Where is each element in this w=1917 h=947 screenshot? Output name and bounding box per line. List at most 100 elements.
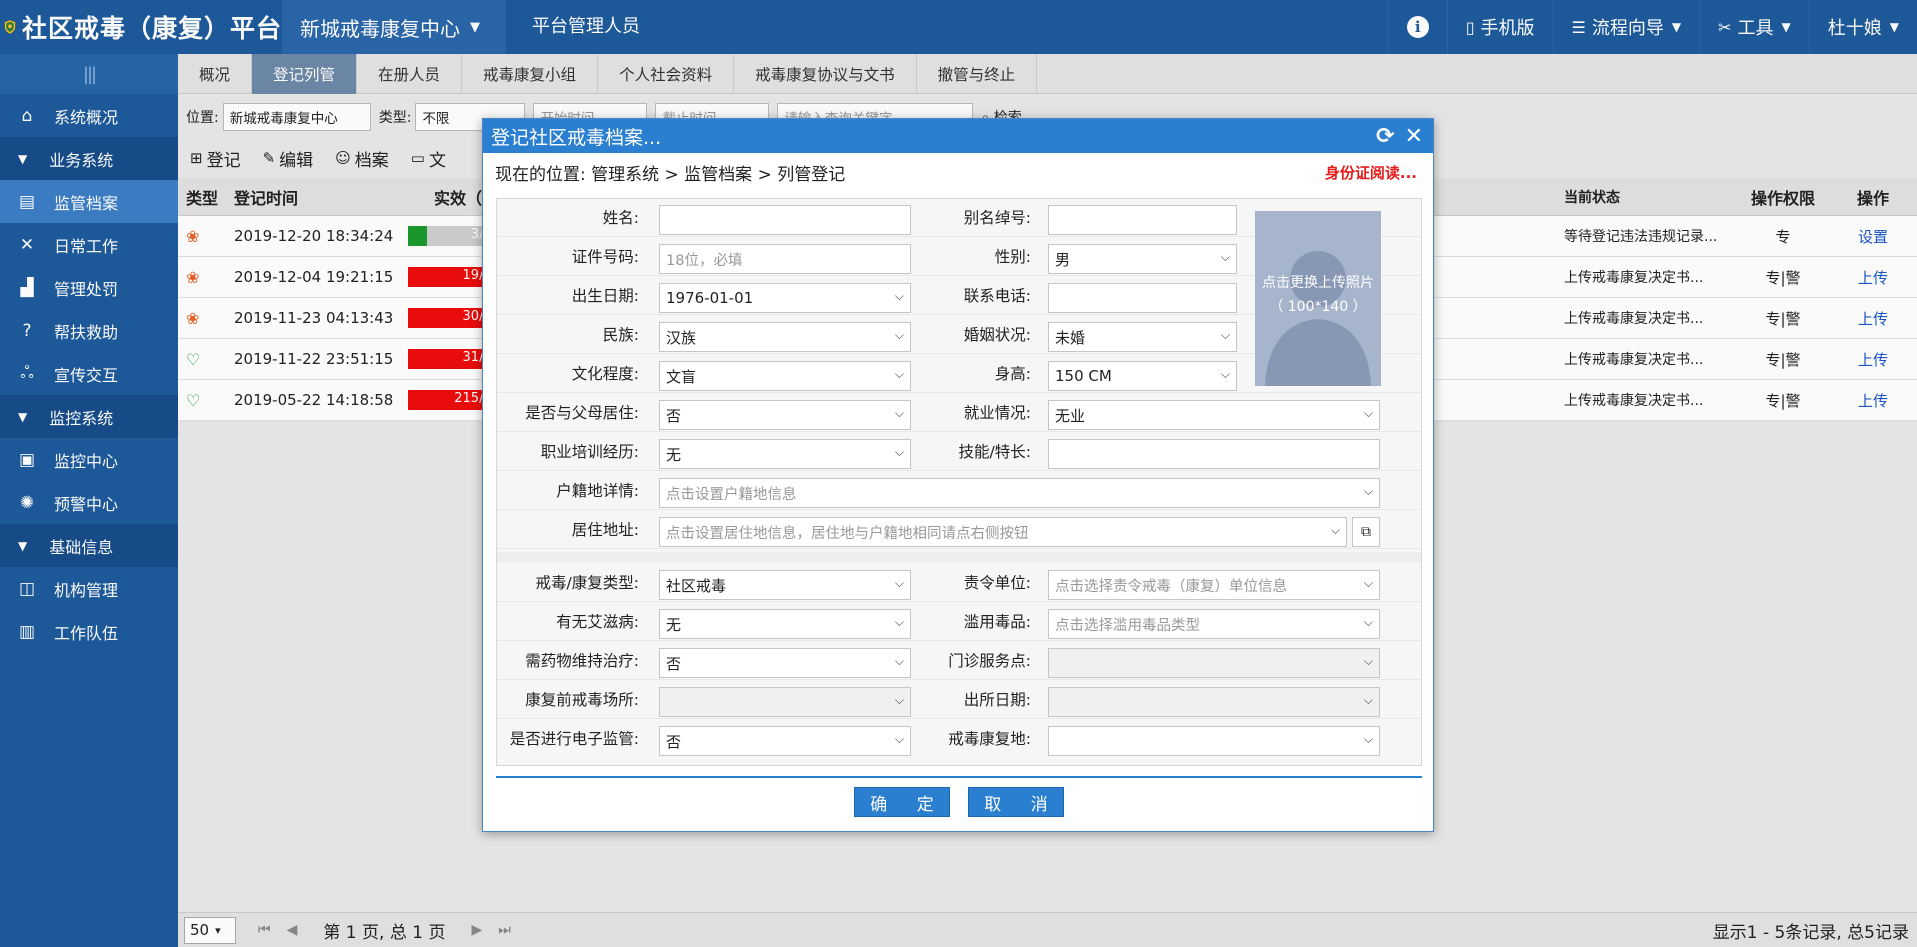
marital-value: 未婚 [1055, 328, 1086, 347]
chevron-down-icon: ⌵ [1363, 732, 1373, 746]
chevron-down-icon: ⌵ [894, 732, 904, 746]
copy-icon: ⧉ [1361, 524, 1371, 540]
chevron-down-icon: ⌵ [1363, 693, 1373, 707]
form-row: 需药物维持治疗: 否 ⌵ 门诊服务点: ⌵ [497, 642, 1421, 680]
form-row: 居住地址: 点击设置居住地信息，居住地与户籍地相同请点右侧按钮 ⌵ ⧉ [497, 511, 1421, 549]
electronic-monitoring-label: 是否进行电子监管: [509, 730, 639, 748]
chevron-down-icon: ⌵ [894, 289, 904, 303]
form-row: 有无艾滋病: 无 ⌵ 滥用毒品: 点击选择滥用毒品类型 ⌵ [497, 603, 1421, 641]
maintenance-therapy-label: 需药物维持治疗: [525, 652, 639, 670]
refresh-icon[interactable]: ⟳ [1376, 124, 1394, 149]
phone-label: 联系电话: [963, 287, 1031, 305]
ordering-unit-select[interactable]: 点击选择责令戒毒（康复）单位信息 ⌵ [1048, 570, 1380, 600]
photo-upload[interactable]: 点击更换上传照片 （ 100*140 ） [1255, 211, 1381, 386]
employment-label: 就业情况: [963, 404, 1031, 422]
ethnic-value: 汉族 [666, 328, 697, 347]
drug-type-select[interactable]: 点击选择滥用毒品类型 ⌵ [1048, 609, 1380, 639]
section-divider [497, 552, 1421, 562]
name-input[interactable] [659, 205, 911, 235]
chevron-down-icon: ⌵ [1363, 406, 1373, 420]
id-card-read-link[interactable]: 身份证阅读... [1325, 162, 1417, 183]
employment-select[interactable]: 无业 ⌵ [1048, 400, 1380, 430]
birth-date-select[interactable]: 1976-01-01 ⌵ [659, 283, 911, 313]
chevron-down-icon: ⌵ [894, 328, 904, 342]
household-select[interactable]: 点击设置户籍地信息 ⌵ [659, 478, 1380, 508]
chevron-down-icon: ⌵ [1330, 523, 1340, 537]
clinic-label: 门诊服务点: [948, 652, 1031, 670]
form-row: 戒毒/康复类型: 社区戒毒 ⌵ 责令单位: 点击选择责令戒毒（康复）单位信息 ⌵ [497, 564, 1421, 602]
marital-label: 婚姻状况: [963, 326, 1031, 344]
rehab-type-value: 社区戒毒 [666, 576, 727, 595]
live-with-parents-label: 是否与父母居住: [525, 404, 639, 422]
photo-hint-line1: 点击更换上传照片 [1262, 275, 1374, 291]
chevron-down-icon: ⌵ [1363, 484, 1373, 498]
name-label: 姓名: [602, 209, 639, 227]
phone-input[interactable] [1048, 283, 1237, 313]
drug-type-placeholder: 点击选择滥用毒品类型 [1055, 617, 1200, 634]
live-with-parents-value: 否 [666, 406, 682, 425]
training-label: 职业培训经历: [540, 443, 639, 461]
chevron-down-icon: ⌵ [894, 445, 904, 459]
photo-hint: 点击更换上传照片 （ 100*140 ） [1255, 271, 1381, 319]
confirm-button[interactable]: 确 定 [854, 787, 950, 817]
archive-form: 姓名: 别名绰号: 证件号码: 18位，必填 性别: 男 ⌵ 出生日期: 1976… [496, 198, 1422, 766]
form-row: 是否与父母居住: 否 ⌵ 就业情况: 无业 ⌵ [497, 394, 1421, 432]
photo-hint-line2: （ 100*140 ） [1269, 299, 1367, 315]
education-select[interactable]: 文盲 ⌵ [659, 361, 911, 391]
chevron-down-icon: ⌵ [894, 406, 904, 420]
chevron-down-icon: ⌵ [894, 654, 904, 668]
close-icon[interactable]: ✕ [1405, 124, 1423, 149]
skill-label: 技能/特长: [958, 443, 1031, 461]
ordering-unit-placeholder: 点击选择责令戒毒（康复）单位信息 [1055, 578, 1287, 595]
register-archive-dialog: 登记社区戒毒档案... ⟳ ✕ 现在的位置: 管理系统 > 监管档案 > 列管登… [482, 118, 1434, 832]
education-value: 文盲 [666, 367, 697, 386]
household-placeholder: 点击设置户籍地信息 [666, 486, 797, 503]
previous-facility-label: 康复前戒毒场所: [525, 691, 639, 709]
cancel-button[interactable]: 取 消 [968, 787, 1064, 817]
marital-select[interactable]: 未婚 ⌵ [1048, 322, 1237, 352]
height-value: 150 CM [1055, 367, 1112, 385]
ethnic-select[interactable]: 汉族 ⌵ [659, 322, 911, 352]
aids-label: 有无艾滋病: [556, 613, 639, 631]
electronic-monitoring-select[interactable]: 否 ⌵ [659, 726, 911, 756]
aids-select[interactable]: 无 ⌵ [659, 609, 911, 639]
live-with-parents-select[interactable]: 否 ⌵ [659, 400, 911, 430]
breadcrumb: 现在的位置: 管理系统 > 监管档案 > 列管登记 身份证阅读... [483, 153, 1433, 191]
electronic-monitoring-value: 否 [666, 732, 682, 751]
ordering-unit-label: 责令单位: [963, 574, 1031, 592]
employment-value: 无业 [1055, 406, 1086, 425]
dialog-title: 登记社区戒毒档案... [491, 126, 662, 149]
clinic-select[interactable]: ⌵ [1048, 648, 1380, 678]
chevron-down-icon: ⌵ [1220, 367, 1230, 381]
chevron-down-icon: ⌵ [1363, 654, 1373, 668]
gender-select[interactable]: 男 ⌵ [1048, 244, 1237, 274]
chevron-down-icon: ⌵ [894, 367, 904, 381]
skill-input[interactable] [1048, 439, 1380, 469]
form-row: 职业培训经历: 无 ⌵ 技能/特长: [497, 433, 1421, 471]
alias-input[interactable] [1048, 205, 1237, 235]
form-row: 康复前戒毒场所: ⌵ 出所日期: ⌵ [497, 681, 1421, 719]
rehab-place-label: 戒毒康复地: [948, 730, 1031, 748]
address-select[interactable]: 点击设置居住地信息，居住地与户籍地相同请点右侧按钮 ⌵ [659, 517, 1347, 547]
id-number-input[interactable]: 18位，必填 [659, 244, 911, 274]
rehab-type-label: 戒毒/康复类型: [535, 574, 639, 592]
alias-label: 别名绰号: [963, 209, 1031, 227]
maintenance-therapy-select[interactable]: 否 ⌵ [659, 648, 911, 678]
form-row: 户籍地详情: 点击设置户籍地信息 ⌵ [497, 472, 1421, 510]
training-value: 无 [666, 445, 682, 464]
height-label: 身高: [994, 365, 1031, 383]
copy-address-button[interactable]: ⧉ [1352, 517, 1380, 547]
training-select[interactable]: 无 ⌵ [659, 439, 911, 469]
height-select[interactable]: 150 CM ⌵ [1048, 361, 1237, 391]
release-date-label: 出所日期: [963, 691, 1031, 709]
chevron-down-icon: ⌵ [1363, 615, 1373, 629]
rehab-place-select[interactable]: ⌵ [1048, 726, 1380, 756]
rehab-type-select[interactable]: 社区戒毒 ⌵ [659, 570, 911, 600]
maintenance-therapy-value: 否 [666, 654, 682, 673]
release-date-select[interactable]: ⌵ [1048, 687, 1380, 717]
previous-facility-select[interactable]: ⌵ [659, 687, 911, 717]
drug-type-label: 滥用毒品: [963, 613, 1031, 631]
gender-value: 男 [1055, 250, 1071, 269]
birth-date-label: 出生日期: [571, 287, 639, 305]
form-row: 是否进行电子监管: 否 ⌵ 戒毒康复地: ⌵ [497, 720, 1421, 758]
